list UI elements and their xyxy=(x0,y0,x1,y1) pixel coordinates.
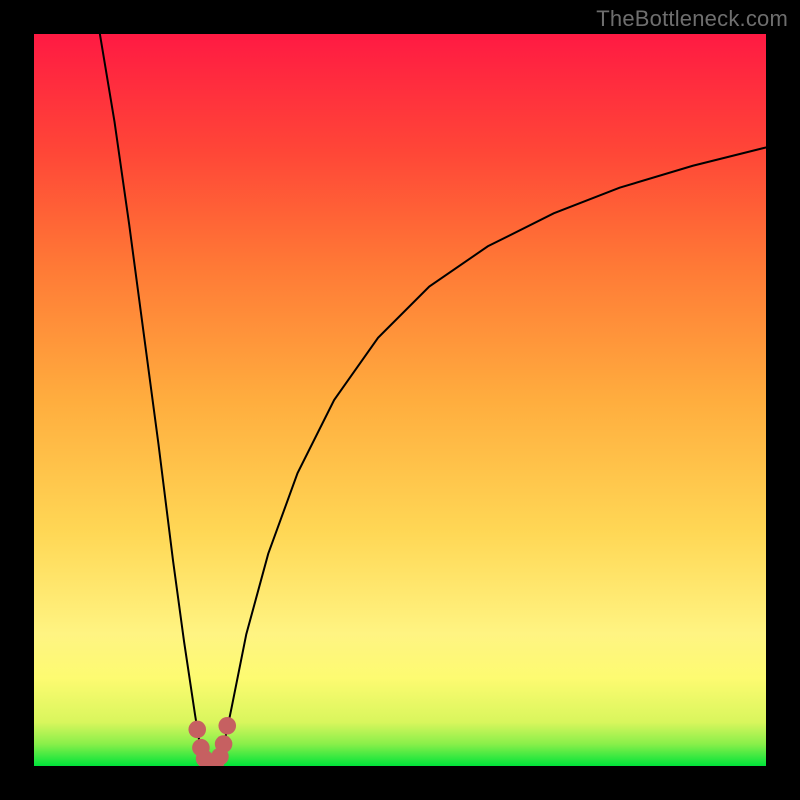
min-marker xyxy=(218,717,236,735)
curve-right-branch xyxy=(221,147,766,760)
chart-frame: TheBottleneck.com xyxy=(0,0,800,800)
min-marker xyxy=(215,735,233,753)
min-marker xyxy=(188,721,206,739)
curve-layer xyxy=(34,34,766,766)
watermark-text: TheBottleneck.com xyxy=(596,6,788,32)
min-marker-cluster xyxy=(188,717,236,766)
curve-left-branch xyxy=(100,34,202,760)
plot-area xyxy=(34,34,766,766)
